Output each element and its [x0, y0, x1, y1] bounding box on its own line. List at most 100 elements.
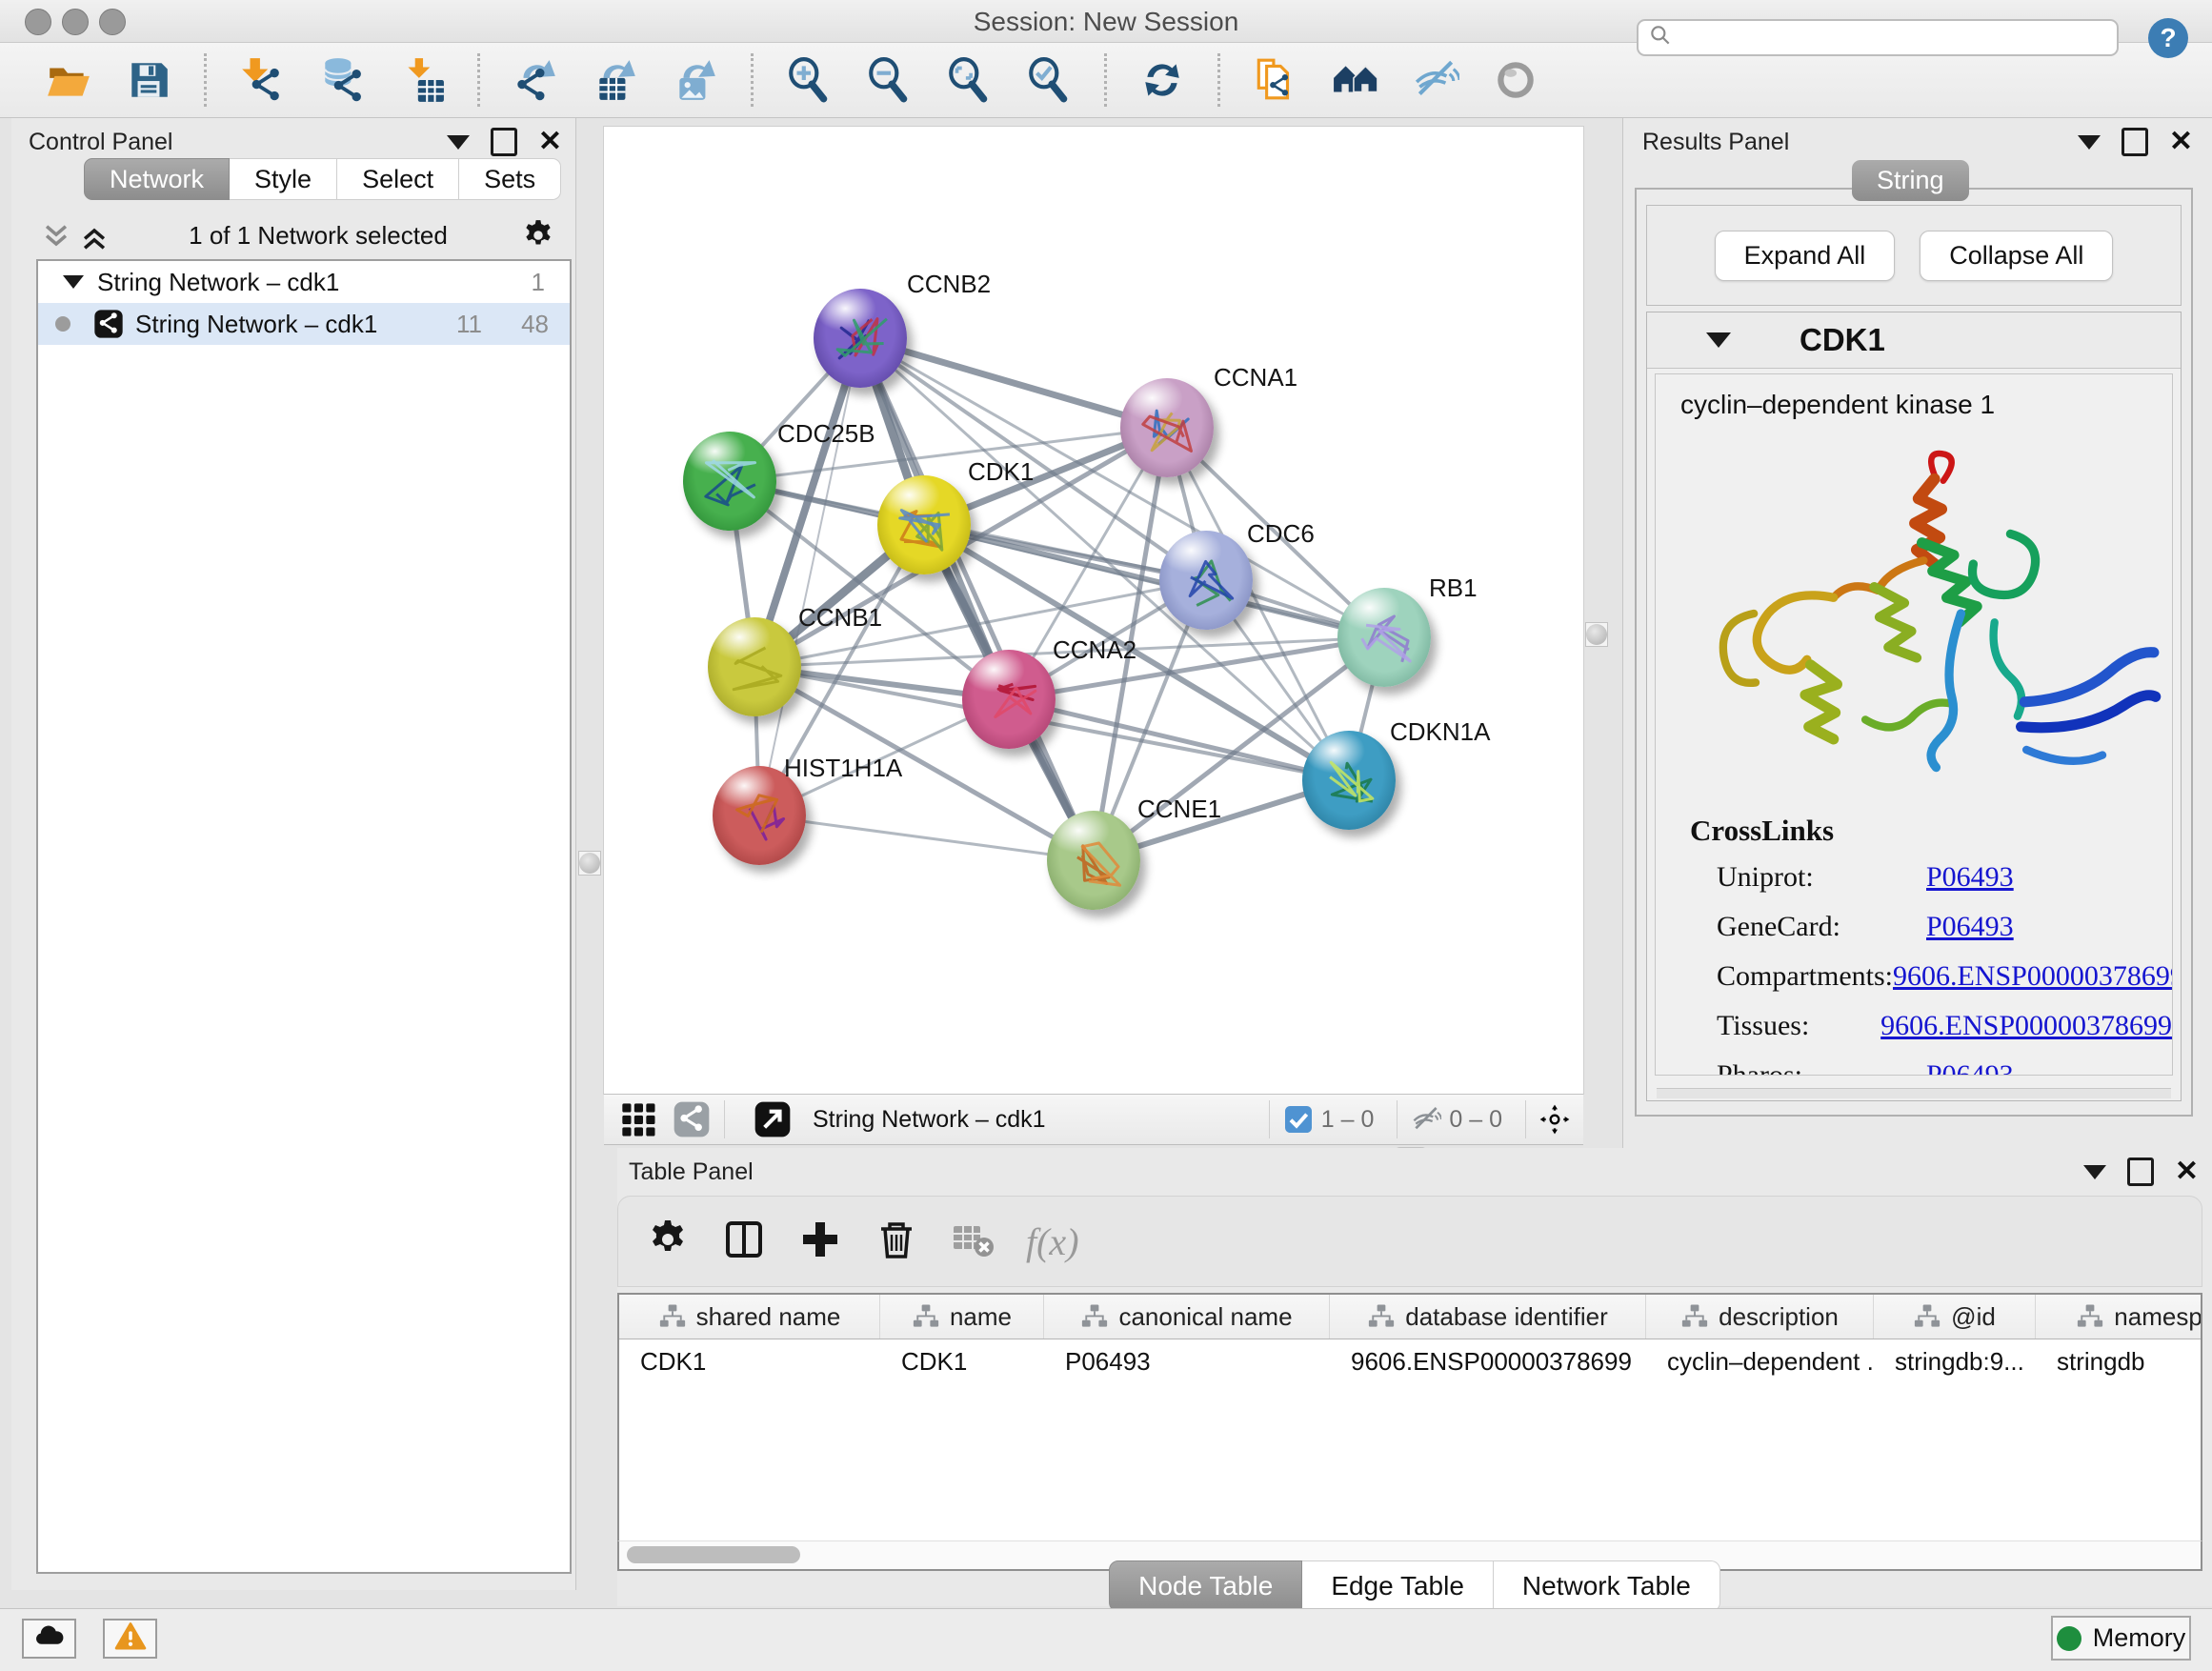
delete-column-icon[interactable] [874, 1217, 923, 1266]
node-cdk1[interactable] [877, 475, 971, 574]
network-row-selected[interactable]: String Network – cdk1 11 48 [38, 303, 570, 345]
show-hidden-icon[interactable] [1489, 53, 1542, 107]
results-panel-menu-icon[interactable] [2078, 135, 2101, 150]
export-table-icon[interactable] [589, 53, 642, 107]
add-column-icon[interactable] [797, 1217, 847, 1266]
zoom-selected-icon[interactable] [1022, 53, 1076, 107]
column-header-shared-name[interactable]: shared name [619, 1295, 880, 1339]
crosslinks-section: CrossLinks Uniprot:P06493GeneCard:P06493… [1690, 814, 2172, 1076]
import-network-icon[interactable] [235, 53, 289, 107]
network-view-icon[interactable] [673, 1100, 711, 1138]
network-current-dot [55, 316, 70, 332]
memory-button[interactable]: Memory [2051, 1616, 2191, 1661]
tab-node-table[interactable]: Node Table [1109, 1560, 1302, 1612]
cloud-icon [33, 1621, 66, 1658]
detach-view-icon[interactable] [754, 1100, 792, 1138]
node-ccnb1[interactable] [708, 617, 801, 716]
column-header-description[interactable]: description [1646, 1295, 1874, 1339]
column-header-label: database identifier [1405, 1302, 1607, 1332]
table-cell[interactable]: CDK1 [880, 1339, 1044, 1383]
open-file-icon[interactable] [42, 53, 95, 107]
expand-all-icon[interactable] [78, 221, 111, 250]
node-ccna1[interactable] [1120, 378, 1214, 477]
node-label-ccna1: CCNA1 [1214, 363, 1297, 393]
control-panel-close-icon[interactable]: ✕ [538, 131, 562, 153]
export-network-icon[interactable] [509, 53, 562, 107]
table-row[interactable]: CDK1CDK1P064939606.ENSP00000378699cyclin… [619, 1339, 2201, 1383]
node-ccna2[interactable] [962, 650, 1056, 749]
right-divider-handle[interactable] [1585, 622, 1608, 647]
table-settings-gear-icon[interactable] [645, 1217, 694, 1266]
column-header-namespace[interactable]: namespace [2036, 1295, 2202, 1339]
results-panel-close-icon[interactable]: ✕ [2169, 131, 2193, 153]
network-node-count: 11 [415, 310, 482, 339]
home-icon[interactable] [1329, 53, 1382, 107]
selected-items-checkbox[interactable] [1283, 1104, 1314, 1135]
node-rb1[interactable] [1337, 588, 1431, 687]
left-divider-handle[interactable] [578, 851, 601, 876]
import-table-icon[interactable] [395, 53, 449, 107]
column-header-database-identifier[interactable]: database identifier [1330, 1295, 1646, 1339]
collapse-all-icon[interactable] [40, 221, 72, 250]
node-ccne1[interactable] [1047, 811, 1140, 910]
node-cdc25b[interactable] [683, 432, 776, 531]
table-panel-menu-icon[interactable] [2083, 1165, 2106, 1179]
help-button[interactable]: ? [2145, 15, 2191, 61]
protein-thumbnail [1159, 531, 1253, 630]
results-panel-float-icon[interactable] [2122, 128, 2148, 156]
collection-expand-icon[interactable] [63, 275, 84, 289]
network-canvas[interactable]: CCNB2CCNA1CDC25BCDK1CDC6RB1CCNB1CCNA2CDK… [604, 127, 1583, 1094]
node-ccnb2[interactable] [814, 289, 907, 388]
table-cell[interactable]: P06493 [1044, 1339, 1330, 1383]
table-cell[interactable]: CDK1 [619, 1339, 880, 1383]
cloud-status-button[interactable] [22, 1619, 76, 1659]
table-panel-close-icon[interactable]: ✕ [2175, 1160, 2199, 1183]
table-cell[interactable]: cyclin–dependent ... [1646, 1339, 1874, 1383]
zoom-out-icon[interactable] [862, 53, 915, 107]
tab-network[interactable]: Network [84, 158, 230, 200]
crosslink-link[interactable]: P06493 [1926, 861, 2014, 894]
import-database-icon[interactable] [315, 53, 369, 107]
crosslink-link[interactable]: P06493 [1926, 911, 2014, 943]
hidden-items-eye-icon[interactable] [1411, 1104, 1441, 1135]
search-input[interactable] [1673, 24, 2117, 52]
table-cell[interactable]: stringdb:9... [1874, 1339, 2036, 1383]
table-panel-float-icon[interactable] [2127, 1158, 2154, 1186]
hide-selected-icon[interactable] [1409, 53, 1462, 107]
tab-sets[interactable]: Sets [459, 158, 561, 200]
tab-select[interactable]: Select [337, 158, 459, 200]
column-header--id[interactable]: @id [1874, 1295, 2036, 1339]
crosslink-link[interactable]: 9606.ENSP00000378699 [1880, 1010, 2172, 1042]
column-header-name[interactable]: name [880, 1295, 1044, 1339]
tab-string[interactable]: String [1852, 160, 1969, 201]
export-image-icon[interactable] [669, 53, 722, 107]
control-panel-float-icon[interactable] [491, 128, 517, 156]
save-icon[interactable] [122, 53, 175, 107]
crosslink-link[interactable]: P06493 [1926, 1059, 2014, 1076]
results-scrollbar[interactable] [1657, 1088, 2171, 1098]
gene-collapse-icon[interactable] [1706, 332, 1731, 348]
zoom-fit-icon[interactable] [942, 53, 995, 107]
collapse-all-button[interactable]: Collapse All [1920, 231, 2113, 281]
grid-view-icon[interactable] [619, 1100, 657, 1138]
zoom-in-icon[interactable] [782, 53, 835, 107]
refresh-icon[interactable] [1136, 53, 1189, 107]
table-cell[interactable]: 9606.ENSP00000378699 [1330, 1339, 1646, 1383]
expand-all-button[interactable]: Expand All [1715, 231, 1896, 281]
node-cdc6[interactable] [1159, 531, 1253, 630]
network-from-selection-icon[interactable] [1249, 53, 1302, 107]
search-box[interactable] [1637, 19, 2119, 56]
network-collection-row[interactable]: String Network – cdk1 1 [38, 261, 570, 303]
tab-network-table[interactable]: Network Table [1494, 1560, 1720, 1612]
tab-edge-table[interactable]: Edge Table [1302, 1560, 1494, 1612]
column-header-canonical-name[interactable]: canonical name [1044, 1295, 1330, 1339]
network-options-gear-icon[interactable] [520, 217, 556, 253]
control-panel-menu-icon[interactable] [447, 135, 470, 150]
warnings-button[interactable] [103, 1619, 157, 1659]
tab-style[interactable]: Style [230, 158, 337, 200]
show-columns-icon[interactable] [721, 1217, 771, 1266]
table-cell[interactable]: stringdb [2036, 1339, 2202, 1383]
node-cdkn1a[interactable] [1302, 731, 1396, 830]
birdseye-navigator-icon[interactable] [1539, 1104, 1570, 1135]
crosslink-link[interactable]: 9606.ENSP00000378699 [1893, 960, 2173, 993]
